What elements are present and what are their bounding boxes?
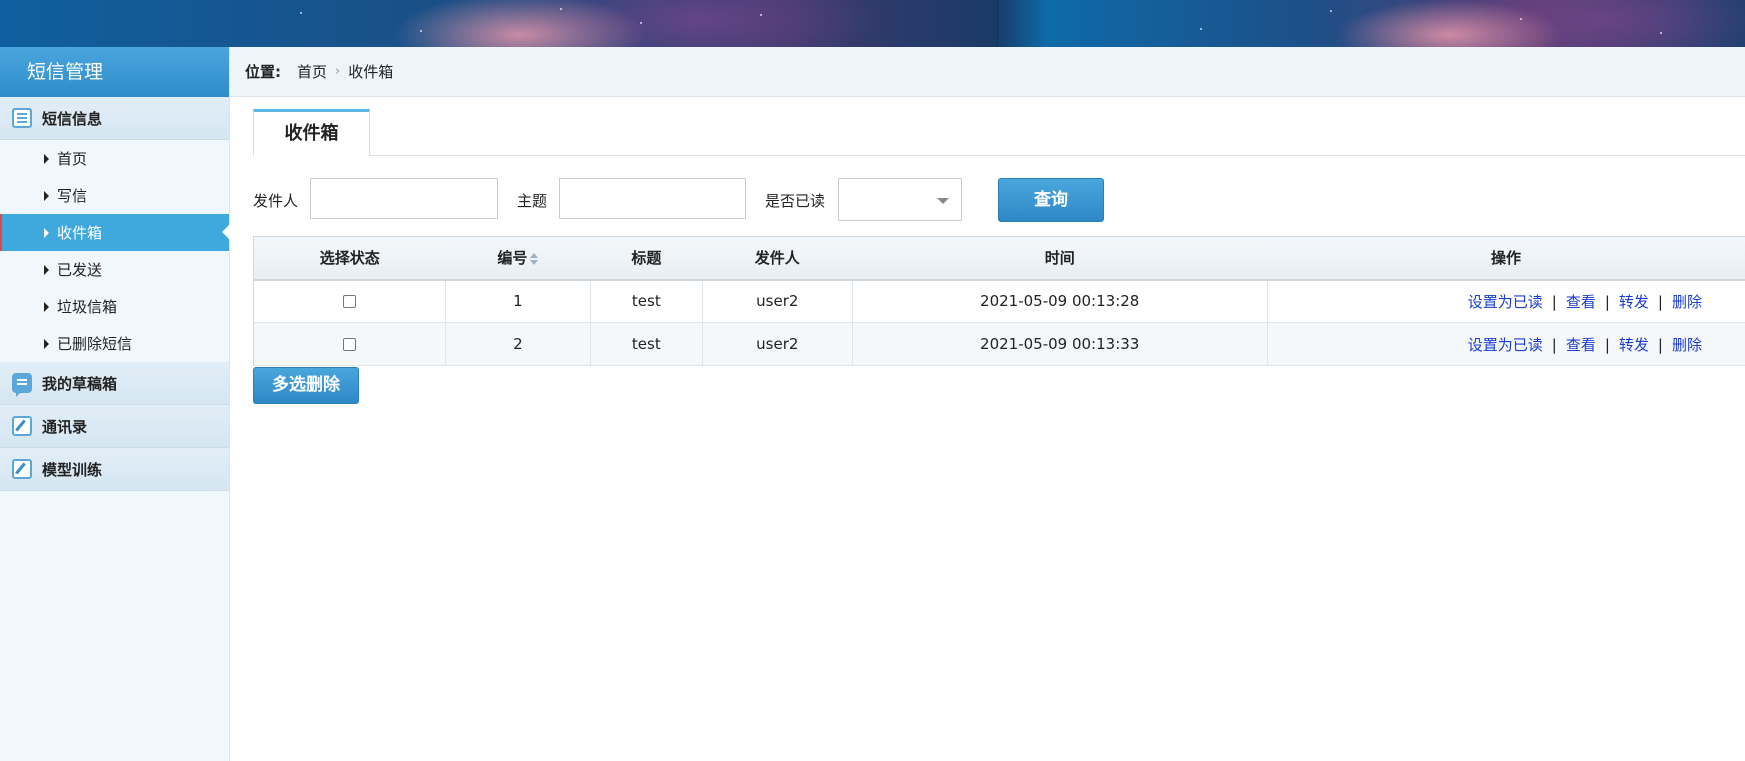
action-separator: | xyxy=(1551,292,1557,311)
row-checkbox[interactable] xyxy=(342,338,356,351)
column-header-time: 时间 xyxy=(852,236,1268,281)
breadcrumb-current: 收件箱 xyxy=(348,63,394,81)
row-time: 2021-05-09 00:13:28 xyxy=(852,279,1268,323)
row-sender: user2 xyxy=(702,279,853,323)
delete-link[interactable]: 删除 xyxy=(1672,293,1702,311)
header-banner xyxy=(0,0,1745,47)
row-select-cell xyxy=(253,279,446,323)
sidebar-item-spam[interactable]: 垃圾信箱 xyxy=(0,288,229,325)
subject-label: 主题 xyxy=(517,192,548,210)
caret-right-icon xyxy=(44,227,49,238)
edit-icon xyxy=(12,416,32,436)
caret-right-icon xyxy=(44,301,49,312)
action-separator: | xyxy=(1551,335,1557,354)
table-row: 1 test user2 2021-05-09 00:13:28 设置为已读 | 查… xyxy=(253,279,1745,323)
chat-icon xyxy=(12,373,32,397)
action-separator: | xyxy=(1604,335,1610,354)
sidebar-item-sent[interactable]: 已发送 xyxy=(0,251,229,288)
sidebar-group-label: 短信信息 xyxy=(42,109,103,128)
sidebar-group-sms-info[interactable]: 短信信息 xyxy=(0,97,229,140)
caret-right-icon xyxy=(44,264,49,275)
sidebar-group-contacts[interactable]: 通讯录 xyxy=(0,405,229,448)
column-header-title: 标题 xyxy=(590,236,703,281)
column-header-actions: 操作 xyxy=(1267,236,1745,281)
query-button[interactable]: 查询 xyxy=(998,178,1104,222)
action-separator: | xyxy=(1604,292,1610,311)
row-checkbox[interactable] xyxy=(342,295,356,309)
sidebar-item-label: 垃圾信箱 xyxy=(57,298,118,316)
subject-input[interactable] xyxy=(559,178,746,219)
row-title: test xyxy=(590,322,703,366)
multi-delete-button[interactable]: 多选删除 xyxy=(253,367,359,404)
sender-label: 发件人 xyxy=(253,192,299,210)
row-title: test xyxy=(590,279,703,323)
forward-link[interactable]: 转发 xyxy=(1619,336,1649,354)
sidebar-item-label: 收件箱 xyxy=(57,224,103,242)
sidebar: 短信管理 短信信息 首页 写信 收件箱 已发送 垃圾信箱 已删除短信 我的草稿箱… xyxy=(0,47,230,761)
row-actions: 设置为已读 | 查看 | 转发 | 删除 xyxy=(1267,279,1745,323)
sidebar-item-inbox[interactable]: 收件箱 xyxy=(0,214,230,251)
view-link[interactable]: 查看 xyxy=(1566,336,1596,354)
column-header-id[interactable]: 编号 xyxy=(445,236,591,281)
mark-read-link[interactable]: 设置为已读 xyxy=(1468,336,1543,354)
list-icon xyxy=(12,108,32,128)
column-header-id-label: 编号 xyxy=(497,249,528,268)
banner-divider xyxy=(997,0,998,47)
sidebar-group-label: 通讯录 xyxy=(42,417,88,436)
sidebar-items: 首页 写信 收件箱 已发送 垃圾信箱 已删除短信 xyxy=(0,140,230,362)
column-header-sender: 发件人 xyxy=(702,236,853,281)
tab-bar: 收件箱 xyxy=(253,109,1745,156)
breadcrumb-home-link[interactable]: 首页 xyxy=(297,61,327,82)
caret-right-icon xyxy=(44,190,49,201)
caret-right-icon xyxy=(44,153,49,164)
inbox-table: 选择状态 编号 标题 发件人 时间 操作 1 test user2 2021-0… xyxy=(253,236,1745,366)
action-separator: | xyxy=(1657,292,1663,311)
sidebar-item-label: 首页 xyxy=(57,150,88,168)
table-header-row: 选择状态 编号 标题 发件人 时间 操作 xyxy=(253,236,1745,281)
row-time: 2021-05-09 00:13:33 xyxy=(852,322,1268,366)
forward-link[interactable]: 转发 xyxy=(1619,293,1649,311)
read-status-select[interactable] xyxy=(838,178,962,221)
view-link[interactable]: 查看 xyxy=(1566,293,1596,311)
tab-inbox[interactable]: 收件箱 xyxy=(253,109,370,156)
chevron-down-icon xyxy=(937,198,949,204)
sort-icon[interactable] xyxy=(530,252,539,265)
sidebar-title: 短信管理 xyxy=(0,47,229,97)
row-sender: user2 xyxy=(702,322,853,366)
row-select-cell xyxy=(253,322,446,366)
row-id: 2 xyxy=(445,322,591,366)
table-row: 2 test user2 2021-05-09 00:13:33 设置为已读 | 查… xyxy=(253,322,1745,366)
sidebar-item-compose[interactable]: 写信 xyxy=(0,177,229,214)
action-separator: | xyxy=(1657,335,1663,354)
sender-input[interactable] xyxy=(310,178,498,219)
search-form: 发件人 主题 是否已读 查询 xyxy=(253,178,1745,222)
sidebar-item-label: 已发送 xyxy=(57,261,103,279)
sidebar-item-home[interactable]: 首页 xyxy=(0,140,229,177)
edit-icon xyxy=(12,459,32,479)
caret-right-icon xyxy=(44,338,49,349)
sidebar-group-label: 模型训练 xyxy=(42,460,103,479)
sidebar-item-label: 写信 xyxy=(57,187,88,205)
mark-read-link[interactable]: 设置为已读 xyxy=(1468,293,1543,311)
breadcrumb: 位置: 首页 › 收件箱 xyxy=(230,47,1745,97)
sidebar-group-label: 我的草稿箱 xyxy=(42,374,118,393)
row-actions: 设置为已读 | 查看 | 转发 | 删除 xyxy=(1267,322,1745,366)
delete-link[interactable]: 删除 xyxy=(1672,336,1702,354)
column-header-select: 选择状态 xyxy=(253,236,446,281)
chevron-right-icon: › xyxy=(335,64,341,79)
sidebar-group-drafts[interactable]: 我的草稿箱 xyxy=(0,362,229,405)
breadcrumb-label: 位置: xyxy=(245,63,281,81)
sidebar-item-label: 已删除短信 xyxy=(57,335,133,353)
row-id: 1 xyxy=(445,279,591,323)
sidebar-item-deleted[interactable]: 已删除短信 xyxy=(0,325,229,362)
read-status-label: 是否已读 xyxy=(765,192,826,210)
sidebar-group-model-training[interactable]: 模型训练 xyxy=(0,448,229,491)
